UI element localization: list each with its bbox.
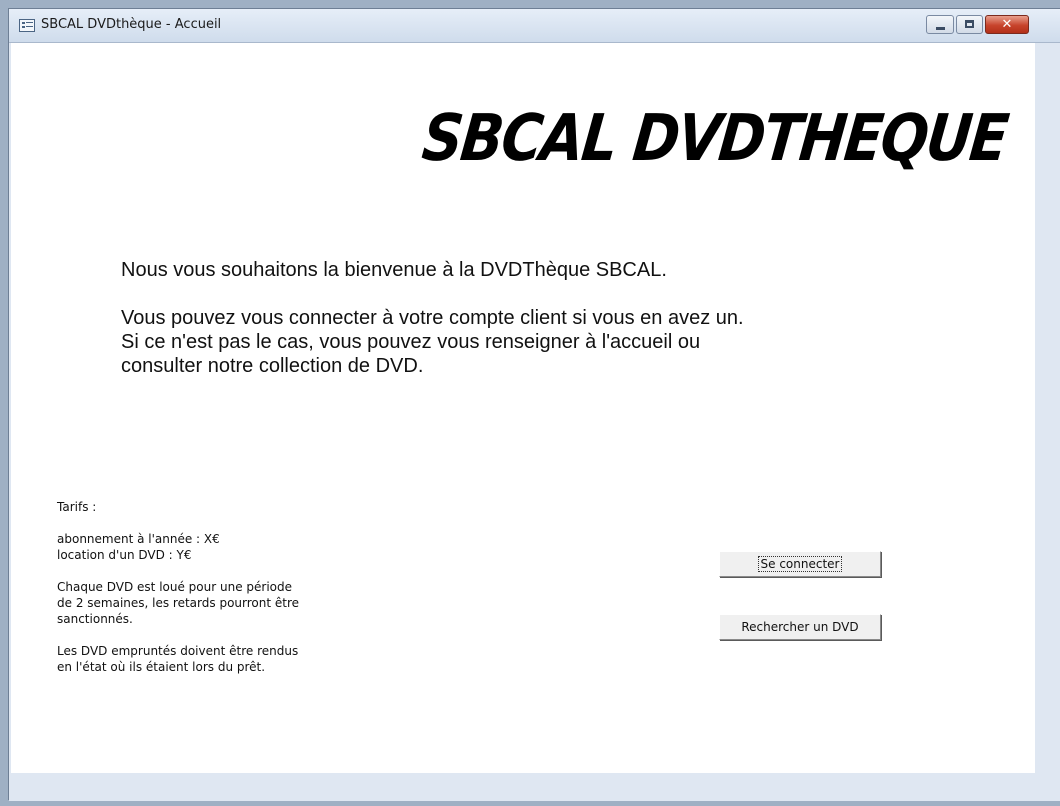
- maximize-button[interactable]: [956, 15, 983, 34]
- window-title: SBCAL DVDthèque - Accueil: [41, 17, 222, 32]
- search-dvd-button-label: Rechercher un DVD: [741, 620, 859, 634]
- pricing-info: Tarifs : abonnement à l'année : X€ locat…: [57, 499, 417, 675]
- minimize-icon: [936, 27, 945, 30]
- close-icon: ✕: [1001, 17, 1013, 32]
- welcome-message: Nous vous souhaitons la bienvenue à la D…: [121, 258, 841, 378]
- form-body: SBCAL DVDTHEQUE Nous vous souhaitons la …: [11, 43, 1035, 773]
- subscription-price: abonnement à l'année : X€: [57, 532, 220, 546]
- close-button[interactable]: ✕: [985, 15, 1029, 34]
- rental-period-text: de 2 semaines, les retards pourront être: [57, 596, 300, 610]
- login-button-label: Se connecter: [757, 556, 843, 572]
- status-area: [9, 773, 1060, 801]
- return-policy-text: en l'état où ils étaient lors du prêt.: [57, 660, 266, 674]
- title-bar[interactable]: SBCAL DVDthèque - Accueil ✕: [9, 9, 1060, 43]
- login-button[interactable]: Se connecter: [719, 551, 881, 577]
- maximize-icon: [965, 20, 974, 28]
- welcome-line: consulter notre collection de DVD.: [121, 355, 424, 377]
- return-policy-text: Les DVD empruntés doivent être rendus: [57, 644, 299, 658]
- logo-title: SBCAL DVDTHEQUE: [418, 101, 1011, 176]
- welcome-line: Vous pouvez vous connecter à votre compt…: [121, 307, 744, 329]
- tarifs-heading: Tarifs :: [57, 500, 97, 514]
- rental-period-text: Chaque DVD est loué pour une période: [57, 580, 293, 594]
- minimize-button[interactable]: [926, 15, 954, 34]
- rental-period-text: sanctionnés.: [57, 612, 133, 626]
- app-window: SBCAL DVDthèque - Accueil ✕ SBCAL DVDTHE…: [8, 8, 1060, 801]
- form-icon: [19, 19, 35, 32]
- search-dvd-button[interactable]: Rechercher un DVD: [719, 614, 881, 640]
- welcome-line: Si ce n'est pas le cas, vous pouvez vous…: [121, 331, 701, 353]
- rental-price: location d'un DVD : Y€: [57, 548, 192, 562]
- welcome-line: Nous vous souhaitons la bienvenue à la D…: [121, 259, 667, 281]
